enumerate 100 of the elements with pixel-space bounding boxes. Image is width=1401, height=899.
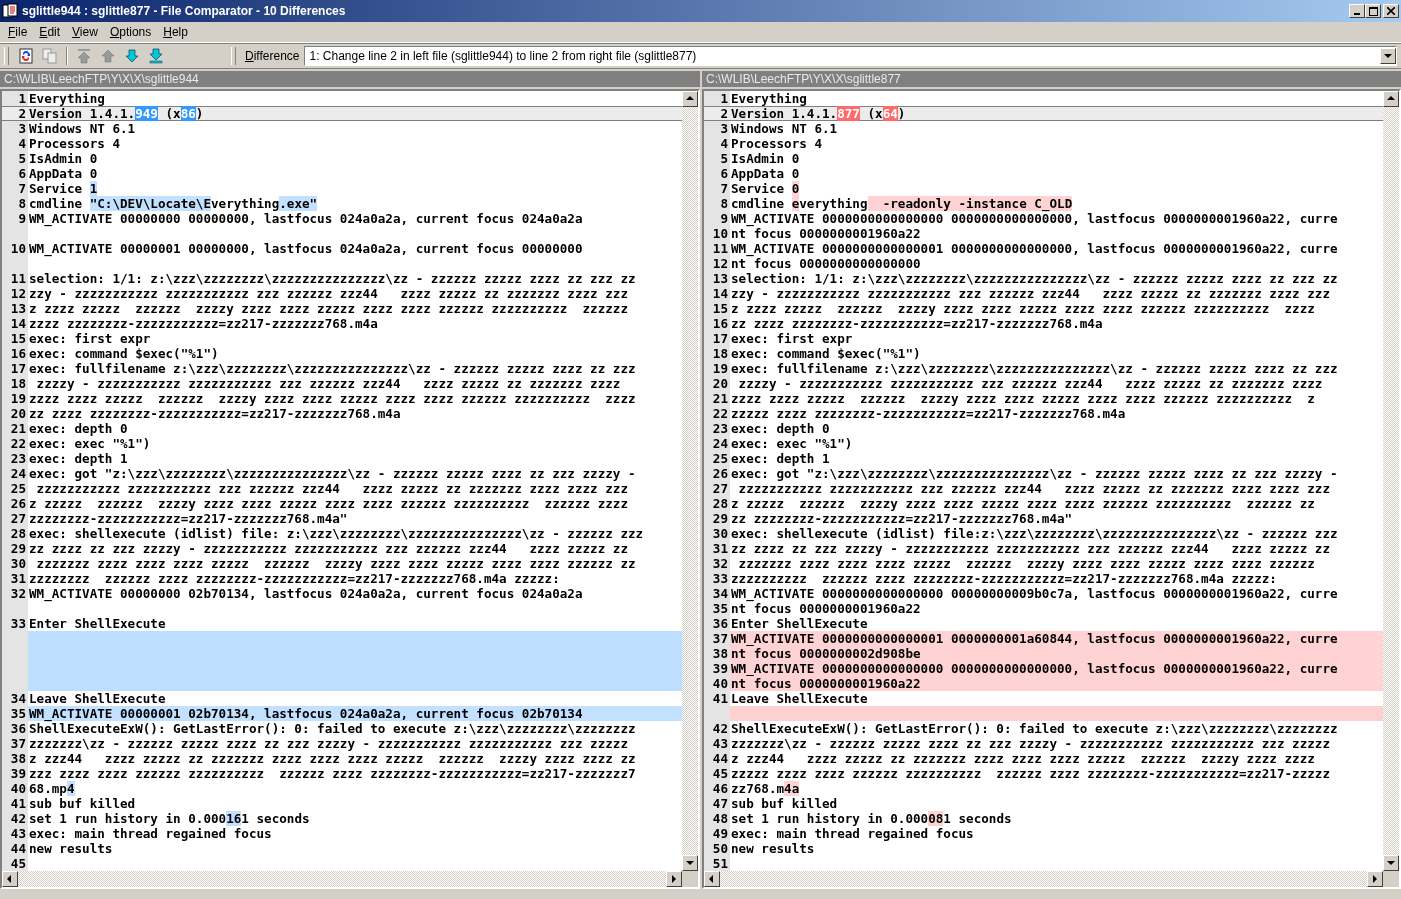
code-line: zzzzzzz zzzz zzzz zzzz zzzzz zzzzzz zzzzy zzzz zzzz zzzzz zzzz zzzz zzzzzz — [737, 556, 1315, 571]
code-line: z zzz44 zzzz zzzzz zz zzzzzzz zzzz zzzz zzzz zzzzz zzzzzz zzzzy zzzz zzzz zz — [28, 751, 636, 766]
line-number: 4 — [17, 136, 27, 151]
maximize-button[interactable] — [1365, 4, 1381, 18]
code-line: Windows NT 6.1 — [28, 121, 136, 136]
scroll-up-button[interactable] — [1383, 91, 1399, 107]
code-line: sub buf killed — [28, 796, 136, 811]
line-number: 3 — [719, 121, 729, 136]
line-number: 29 — [711, 511, 729, 526]
code-line: new results — [730, 841, 815, 856]
code-line: zzzzzzzz-zzzzzzzzzzz=zz217-zzzzzzz768.m4a" — [28, 511, 348, 526]
scroll-up-button[interactable] — [682, 91, 698, 107]
horizontal-scrollbar[interactable] — [2, 871, 698, 887]
code-line: ShellExecuteExW(): GetLastError(): 0: failed to execute z:\zzz\zzzzzzzz\zzzzzzzz — [28, 721, 636, 736]
line-number: 2 — [719, 106, 729, 121]
line-number: 23 — [711, 421, 729, 436]
menu-item[interactable]: File — [2, 25, 34, 39]
code-line: Leave ShellExecute — [28, 691, 166, 706]
menu-item[interactable]: Help — [157, 25, 194, 39]
code-line: zzzzy - zzzzzzzzzzz zzzzzzzzzzz zzz zzzzzz zzz44 zzzz zzzzz zz zzzzzzz zzzz — [35, 376, 621, 391]
scroll-left-button[interactable] — [2, 871, 18, 887]
code-line: AppData 0 — [730, 166, 800, 181]
code-line: exec: exec "%1") — [28, 436, 151, 451]
line-number: 12 — [9, 286, 27, 301]
line-number: 34 — [9, 691, 27, 706]
code-line: exec: command $exec("%1") — [730, 346, 921, 361]
code-line: Version 1.4.1.949 (x86) — [28, 106, 204, 121]
line-number: 46 — [711, 781, 729, 796]
line-number: 21 — [9, 421, 27, 436]
horizontal-scrollbar[interactable] — [704, 871, 1399, 887]
close-button[interactable] — [1383, 4, 1399, 18]
code-line: nt focus 0000000001960a22 — [730, 226, 921, 241]
scroll-left-button[interactable] — [704, 871, 720, 887]
next-difference-icon — [124, 48, 140, 64]
difference-label: Difference — [244, 49, 301, 63]
line-number: 34 — [711, 586, 729, 601]
line-number: 36 — [9, 721, 27, 736]
code-line: selection: 1/1: z:\zzz\zzzzzzzz\zzzzzzzzzzzzzzz\zz - zzzzzz zzzzz zzzz zz zzz zz — [28, 271, 636, 286]
code-line: zzzz zzzz zzzzz zzzzzz zzzzy zzzz zzzz zzzzz zzzz zzzz zzzzzz zzzzzzzzzz zzzz — [28, 391, 636, 406]
code-line: zzzzzzzzzzz zzzzzzzzzzz zzz zzzzzz zzz44 zzzz zzzzz zz zzzzzzz zzzz zzzz zzz — [737, 481, 1330, 496]
line-number: 27 — [711, 481, 729, 496]
code-line: exec: depth 0 — [28, 421, 128, 436]
line-number: 37 — [711, 631, 729, 646]
scrollbar-corner — [682, 871, 698, 887]
line-number: 1 — [719, 91, 729, 106]
code-line: zz zzzz zz zzz zzzzy - zzzzzzzzzzz zzzzzzzzzzz zzz zzzzzz zzz44 zzzz zzzzz zz — [28, 541, 628, 556]
line-number: 36 — [711, 616, 729, 631]
vertical-scrollbar[interactable] — [682, 91, 698, 871]
scroll-right-button[interactable] — [666, 871, 682, 887]
line-number: 10 — [9, 241, 27, 256]
line-number: 38 — [711, 646, 729, 661]
code-line: Version 1.4.1.877 (x64) — [730, 106, 906, 121]
code-line: zzzzzzz\zz - zzzzzz zzzzz zzzz zz zzz zzzzy - zzzzzzzzzzz zzzzzzzzzzz zzz zzzzz — [730, 736, 1330, 751]
code-line: zzzzz zzzz zzzzzzzz-zzzzzzzzzzz=zz217-zzzzzzz768.m4a — [730, 406, 1126, 421]
line-number: 30 — [711, 526, 729, 541]
line-number: 39 — [9, 766, 27, 781]
code-line: 68.mp4 — [28, 781, 75, 796]
code-line: exec: shellexecute (idlist) file:z:\zzz\zzzzzzzz\zzzzzzzzzzzzzzz\zz - zzzzzz zzz — [730, 526, 1338, 541]
menu-item[interactable]: View — [66, 25, 104, 39]
menu-item[interactable]: Options — [103, 25, 158, 39]
refresh-icon — [18, 48, 34, 64]
code-line: IsAdmin 0 — [28, 151, 98, 166]
code-line: z zzzzz zzzzzz zzzzy zzzz zzzz zzzzz zzzz zzzz zzzzzz zzzzzzzzzz zzzzzz zzzz — [28, 496, 628, 511]
code-line: cmdline everything -readonly -instance C_OLD — [730, 196, 1073, 211]
minimize-button[interactable] — [1349, 4, 1365, 18]
line-number: 15 — [9, 331, 27, 346]
code-line: Processors 4 — [730, 136, 822, 151]
scroll-down-button[interactable] — [1383, 855, 1399, 871]
line-number: 10 — [711, 226, 729, 241]
line-number: 17 — [711, 331, 729, 346]
line-number: 38 — [9, 751, 27, 766]
line-number: 26 — [711, 466, 729, 481]
code-line: exec: main thread regained focus — [730, 826, 974, 841]
code-line: zzzzzzz\zz - zzzzzz zzzzz zzzz zz zzz zzzzy - zzzzzzzzzzz zzzzzzzzzzz zzz zzzzz — [28, 736, 628, 751]
code-line: exec: first expr — [730, 331, 853, 346]
line-number: 44 — [711, 751, 729, 766]
line-number: 32 — [9, 586, 27, 601]
code-line: z zzzzz zzzzzz zzzzy zzzz zzzz zzzzz zzzz zzzz zzzzzz zzzzzzzzzz zzzzzz zz — [730, 496, 1315, 511]
code-line: Everything — [28, 91, 105, 106]
line-number: 29 — [9, 541, 27, 556]
line-number: 8 — [719, 196, 729, 211]
code-line: exec: depth 1 — [28, 451, 128, 466]
line-number: 27 — [9, 511, 27, 526]
code-line: exec: depth 1 — [730, 451, 830, 466]
code-line: Enter ShellExecute — [730, 616, 868, 631]
line-number: 37 — [9, 736, 27, 751]
code-line: zzz zzzz zzzz zzzzzz zzzzzzzzzz zzzzzz zzzz zzzzzzzz-zzzzzzzzzzz=zz217-zzzzzzz7 — [28, 766, 636, 781]
line-number: 22 — [711, 406, 729, 421]
scroll-down-button[interactable] — [682, 855, 698, 871]
code-line: exec: first expr — [28, 331, 151, 346]
code-line: exec: main thread regained focus — [28, 826, 272, 841]
code-line: Processors 4 — [28, 136, 120, 151]
code-line: Leave ShellExecute — [730, 691, 868, 706]
difference-dropdown[interactable]: 1: Change line 2 in left file (sglittle944) to line 2 from right file (sglittle877) — [304, 46, 1397, 66]
code-line: exec: fullfilename z:\zzz\zzzzzzzz\zzzzzzzzzzzzzzz\zz - zzzzzz zzzzz zzzz zz zzz — [28, 361, 636, 376]
vertical-scrollbar[interactable] — [1383, 91, 1399, 871]
line-number: 20 — [711, 376, 729, 391]
menu-item[interactable]: Edit — [33, 25, 67, 39]
code-line: zz zzzzzzzz-zzzzzzzzzzz=zz217-zzzzzzz768.m4a" — [730, 511, 1073, 526]
scroll-right-button[interactable] — [1367, 871, 1383, 887]
